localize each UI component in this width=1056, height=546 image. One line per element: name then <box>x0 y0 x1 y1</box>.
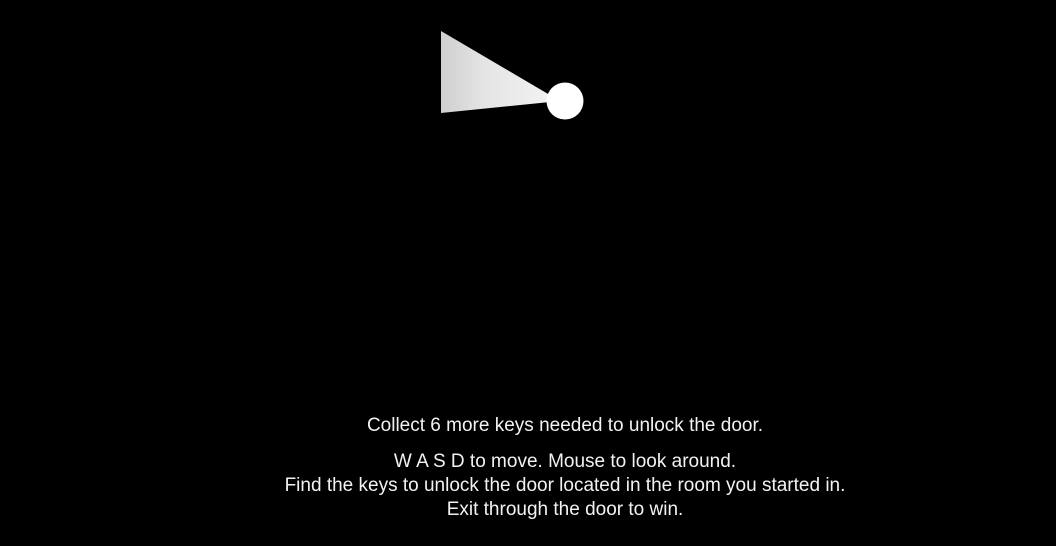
instruction-controls: W A S D to move. Mouse to look around. <box>393 451 737 472</box>
player-avatar <box>546 82 584 120</box>
instruction-objective: Find the keys to unlock the door located… <box>284 475 846 496</box>
instruction-win-condition: Exit through the door to win. <box>446 499 684 520</box>
instructions-panel: W A S D to move. Mouse to look around. F… <box>0 450 1056 522</box>
key-status-message: Collect 6 more keys needed to unlock the… <box>366 415 764 436</box>
